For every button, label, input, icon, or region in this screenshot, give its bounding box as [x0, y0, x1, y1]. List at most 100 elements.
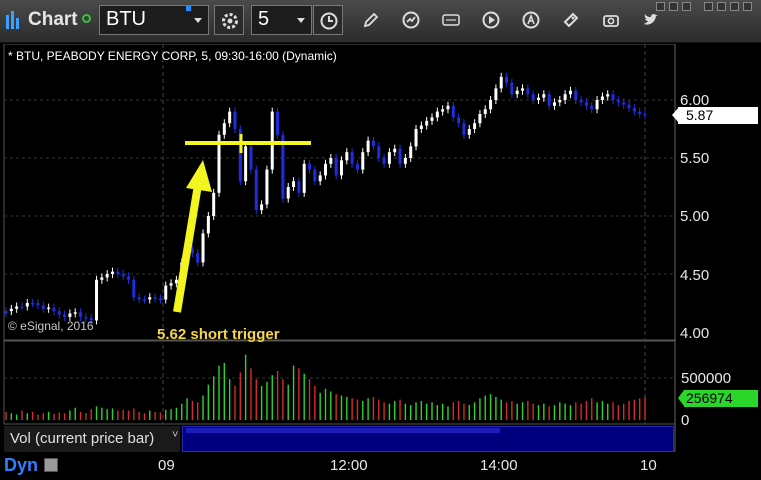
volume-bars [5, 354, 646, 420]
candle-body [568, 90, 572, 95]
candle-body [638, 111, 642, 114]
y-tick-label: 4.00 [680, 325, 710, 342]
annotation-label: 5.62 short trigger [157, 326, 280, 343]
candle-body [382, 158, 386, 164]
camera-icon [603, 15, 619, 27]
candle-body [206, 216, 210, 234]
candle-body [36, 303, 40, 306]
restore-icon[interactable] [730, 2, 739, 11]
x-tick-label: 12:00 [330, 457, 368, 474]
candle-body [398, 148, 402, 164]
candle-body [552, 102, 556, 106]
alert-button[interactable] [516, 5, 546, 35]
candle-body [286, 187, 290, 199]
y-tick-label: 4.50 [680, 267, 710, 284]
candle-body [387, 152, 391, 164]
interval-value: 5 [258, 8, 270, 30]
candle-body [158, 298, 162, 300]
candle-body [542, 94, 546, 98]
window-icon[interactable] [682, 2, 691, 11]
candle-body [57, 311, 61, 315]
scrollbar-thumb[interactable] [186, 428, 500, 433]
interval-input[interactable]: 5 [251, 5, 312, 35]
dynamic-link-label[interactable]: Dyn [4, 455, 38, 476]
candle-body [201, 233, 205, 263]
candle-body [457, 117, 461, 124]
candle-body [579, 100, 583, 103]
candle-body [563, 94, 567, 100]
studies-button[interactable] [396, 5, 426, 35]
candle-body [292, 181, 296, 187]
candle-body [473, 123, 477, 129]
candle-body [233, 111, 237, 129]
candle-body [462, 123, 466, 135]
candle-body [350, 152, 354, 164]
window-icon[interactable] [669, 2, 678, 11]
play-icon [482, 11, 500, 29]
candle-body [260, 204, 264, 211]
chart-grid [3, 44, 676, 452]
draw-button[interactable] [356, 5, 386, 35]
chevron-down-icon[interactable] [194, 18, 202, 23]
candle-body [537, 97, 540, 100]
candle-body [4, 311, 8, 314]
copyright-label: © eSignal, 2016 [8, 319, 94, 333]
candle-body [276, 111, 280, 135]
close-icon[interactable] [743, 2, 752, 11]
candle-body [318, 175, 322, 182]
candle-body [622, 102, 626, 105]
candle-body [68, 313, 72, 317]
get-icon [442, 14, 460, 26]
pencil-icon [363, 12, 379, 28]
candle-body [595, 100, 599, 110]
candle-body [425, 120, 429, 126]
trigger-line [185, 134, 311, 153]
candle-body [47, 307, 51, 310]
symbol-link-marker [186, 6, 191, 11]
settings-button[interactable] [214, 5, 244, 35]
candle-body [228, 111, 232, 124]
link-status-icon[interactable] [82, 14, 91, 23]
candle-body [249, 146, 253, 170]
candle-body [126, 276, 130, 280]
candle-body [137, 297, 141, 300]
candle-body [574, 90, 578, 100]
snapshot-button[interactable] [596, 5, 626, 35]
candle-body [531, 94, 535, 100]
candle-body [73, 312, 77, 314]
candle-body [52, 307, 56, 312]
candle-body [148, 297, 152, 300]
candle-body [254, 169, 258, 211]
minimize-icon[interactable] [656, 2, 665, 11]
tag-button[interactable] [556, 5, 586, 35]
symbol-input[interactable]: BTU [99, 5, 209, 35]
candle-body [526, 88, 530, 95]
chevron-down-icon[interactable] [297, 18, 305, 23]
lock-icon[interactable] [44, 458, 58, 472]
candle-body [403, 158, 407, 164]
chevron-down-icon[interactable]: ˅ [172, 429, 178, 441]
clock-icon [320, 12, 338, 30]
restore-icon[interactable] [704, 2, 713, 11]
tag-icon [563, 12, 579, 28]
candle-body [584, 102, 588, 106]
get-button[interactable] [436, 5, 466, 35]
candle-body [302, 163, 306, 193]
candle-body [20, 306, 24, 308]
volume-panel-label[interactable]: Vol (current price bar) [4, 426, 180, 452]
candle-body [329, 158, 333, 164]
candle-body [212, 192, 216, 216]
candle-body [41, 305, 45, 309]
maximize-icon[interactable] [717, 2, 726, 11]
time-button[interactable] [313, 5, 343, 35]
arrow-head [186, 160, 212, 192]
price-chart[interactable] [0, 44, 761, 480]
candle-body [105, 274, 109, 278]
twitter-icon [644, 13, 658, 25]
replay-button[interactable] [476, 5, 506, 35]
candle-body [222, 123, 226, 135]
candle-body [31, 303, 35, 305]
candle-body [616, 100, 620, 103]
volume-tick-label: 0 [681, 412, 690, 429]
candle-body [446, 105, 450, 110]
